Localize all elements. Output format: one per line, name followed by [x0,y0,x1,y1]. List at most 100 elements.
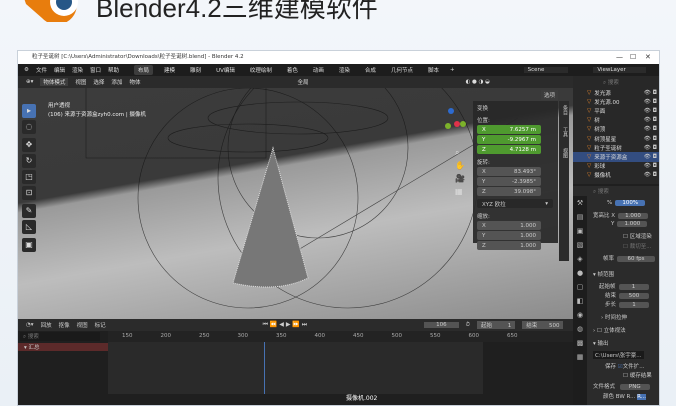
options-button[interactable]: 选项 [541,90,559,100]
output-path-field[interactable]: C:\Users\张宇豪... [593,351,644,359]
rotation-y-field[interactable]: Y -2.3985° [477,177,541,186]
outliner-item[interactable]: ▽ 发光源.00 👁 ◘ [573,97,659,106]
camera-marker[interactable]: 摄像机.002 [344,395,380,403]
rotate-tool-icon[interactable]: ↻ [22,154,36,168]
visibility-icon[interactable]: 👁 ◘ [644,117,657,123]
move-tool-icon[interactable]: ✥ [22,138,36,152]
rotation-mode-select[interactable]: XYZ 欧拉 ▾ [477,199,553,208]
timeline[interactable]: ⌕ 搜索 150 200 250 300 350 400 450 500 550 600 650 ▾… [18,331,573,405]
visibility-icon[interactable]: 👁 ◘ [644,136,657,142]
location-z-field[interactable]: Z 4.7128 m [477,145,541,154]
tab-rendering[interactable]: 渲染 [335,65,354,75]
menu-edit[interactable]: 编辑 [54,66,65,74]
cache-result-checkbox[interactable]: ☐ 缓存结果 [623,371,652,379]
properties-tabs[interactable]: ⚒ ▤ ▣ ▧ ◈ ● ▢ ◧ ◉ ◍ ▩ ▦ [573,196,587,405]
3d-viewport[interactable]: ▸ ◌ ✥ ↻ ◳ ⊡ ✎ ◺ ▣ 用户透视 (106) 来源于资源盒zyh0.… [18,88,573,319]
crop-checkbox[interactable]: ☐ 裁切至... [623,242,651,250]
menu-render[interactable]: 渲染 [72,66,83,74]
outliner-item[interactable]: ▽ 树顶 👁 ◘ [573,125,659,134]
editor-type-icon[interactable]: ⊕▾ [26,79,33,85]
outliner-search[interactable]: ⌕ 搜索 [573,76,659,88]
tab-animation[interactable]: 动画 [309,65,328,75]
menu-help[interactable]: 帮助 [108,66,119,74]
time-stretch-panel[interactable]: › 时间拉伸 [601,313,627,321]
playhead[interactable] [264,342,265,394]
shading-solid-icon[interactable]: ◐ ● ◑ ◒ [465,79,489,85]
menu-select[interactable]: 选择 [93,78,104,86]
location-x-field[interactable]: X 7.6257 m [477,125,541,134]
scale-z-field[interactable]: Z 1.000 [477,241,541,250]
tab-compositing[interactable]: 合成 [361,65,380,75]
scale-tool-icon[interactable]: ◳ [22,170,36,184]
maximize-button[interactable]: ☐ [630,51,636,64]
rotation-x-field[interactable]: X 83.493° [477,167,541,176]
annotate-tool-icon[interactable]: ✎ [22,204,36,218]
transform-tool-icon[interactable]: ⊡ [22,186,36,200]
viewport-nav-icons[interactable]: ⌕ ✋ 🎥 ▦ [455,146,465,198]
visibility-icon[interactable]: 👁 ◘ [644,154,657,160]
tab-shading[interactable]: 着色 [283,65,302,75]
measure-tool-icon[interactable]: ◺ [22,220,36,234]
outliner-item[interactable]: ▽ 树顶星星 👁 ◘ [573,134,659,143]
outliner-item[interactable]: ▽ 粒子圣诞树 👁 ◘ [573,143,659,152]
menu-object[interactable]: 物体 [129,78,140,86]
visibility-icon[interactable]: 👁 ◘ [644,90,657,96]
navigation-gizmo[interactable] [443,106,473,136]
location-y-field[interactable]: Y -9.2967 m [477,135,541,144]
close-button[interactable]: ✕ [645,51,651,64]
menu-marker[interactable]: 标记 [95,321,106,329]
menu-view[interactable]: 视图 [75,78,86,86]
tab-texture-paint[interactable]: 纹理绘制 [246,65,276,75]
visibility-icon[interactable]: 👁 ◘ [644,99,657,105]
visibility-icon[interactable]: 👁 ◘ [644,163,657,169]
frame-range-panel[interactable]: ▾ 帧范围 [593,270,614,278]
scene-selector[interactable]: Scene [523,67,569,73]
tab-sculpting[interactable]: 雕刻 [186,65,205,75]
menu-timeline-view[interactable]: 视图 [77,321,88,329]
tab-tool[interactable]: 工具 [562,127,568,137]
visibility-icon[interactable]: 👁 ◘ [644,108,657,114]
output-panel[interactable]: ▾ 输出 [593,339,609,347]
properties-search[interactable]: ⌕ 搜索 [593,187,609,196]
playback-controls[interactable]: ⏮ ⏪ ◀ ▶ ⏩ ⏭ [263,321,308,329]
transform-orientation[interactable]: 全局 [297,78,308,86]
menu-file[interactable]: 文件 [36,66,47,74]
end-frame-field[interactable]: 结束 500 [522,321,564,329]
add-workspace-button[interactable]: + [450,67,455,73]
region-render-checkbox[interactable]: ☐ 区域渲染 [623,232,652,240]
outliner-item[interactable]: ▽ 树 👁 ◘ [573,116,659,125]
outliner-item[interactable]: ▽ 发光源 👁 ◘ [573,88,659,97]
menu-add[interactable]: 添加 [111,78,122,86]
minimize-button[interactable]: — [616,51,623,64]
visibility-icon[interactable]: 👁 ◘ [644,145,657,151]
frame-ruler[interactable]: 150 200 250 300 350 400 450 500 550 600 650 [108,331,573,342]
tab-view[interactable]: 视图 [562,148,568,158]
outliner-item[interactable]: ▽ 平面 👁 ◘ [573,106,659,115]
visibility-icon[interactable]: 👁 ◘ [644,126,657,132]
timeline-search[interactable]: ⌕ 搜索 [20,332,100,341]
stereoscopy-panel[interactable]: › ☐ 立体视法 [593,326,626,334]
add-cube-tool-icon[interactable]: ▣ [22,238,36,252]
scale-x-field[interactable]: X 1.000 [477,221,541,230]
mode-selector[interactable]: 物体模式 [40,78,69,86]
rotation-z-field[interactable]: Z 39.098° [477,187,541,196]
menu-playback[interactable]: 回放 [41,321,52,329]
menu-window[interactable]: 窗口 [90,66,101,74]
outliner-item[interactable]: ▽ 来源于资源盒 👁 ◘ [573,152,659,162]
tab-scripting[interactable]: 脚本 [424,65,443,75]
select-tool-icon[interactable]: ▸ [22,104,36,118]
start-frame-field[interactable]: 起始 1 [476,321,516,329]
outliner-item[interactable]: ▽ 摄像机 👁 ◘ [573,171,659,180]
viewlayer-selector[interactable]: ViewLayer [593,67,646,73]
tab-layout[interactable]: 布局 [134,65,154,75]
tab-geometry-nodes[interactable]: 几何节点 [387,65,417,75]
cursor-tool-icon[interactable]: ◌ [22,120,36,134]
keyframe-area[interactable] [108,342,483,394]
visibility-icon[interactable]: 👁 ◘ [644,172,657,178]
blender-menu-icon[interactable]: ⚙ [24,67,29,73]
summary-channel[interactable]: ▾ 汇总 [18,343,108,351]
current-frame-field[interactable]: 106 [424,322,459,328]
scale-y-field[interactable]: Y 1.000 [477,231,541,240]
tab-uv-editing[interactable]: UV编辑 [212,65,239,75]
stopwatch-icon[interactable]: ⏱ [466,322,470,329]
